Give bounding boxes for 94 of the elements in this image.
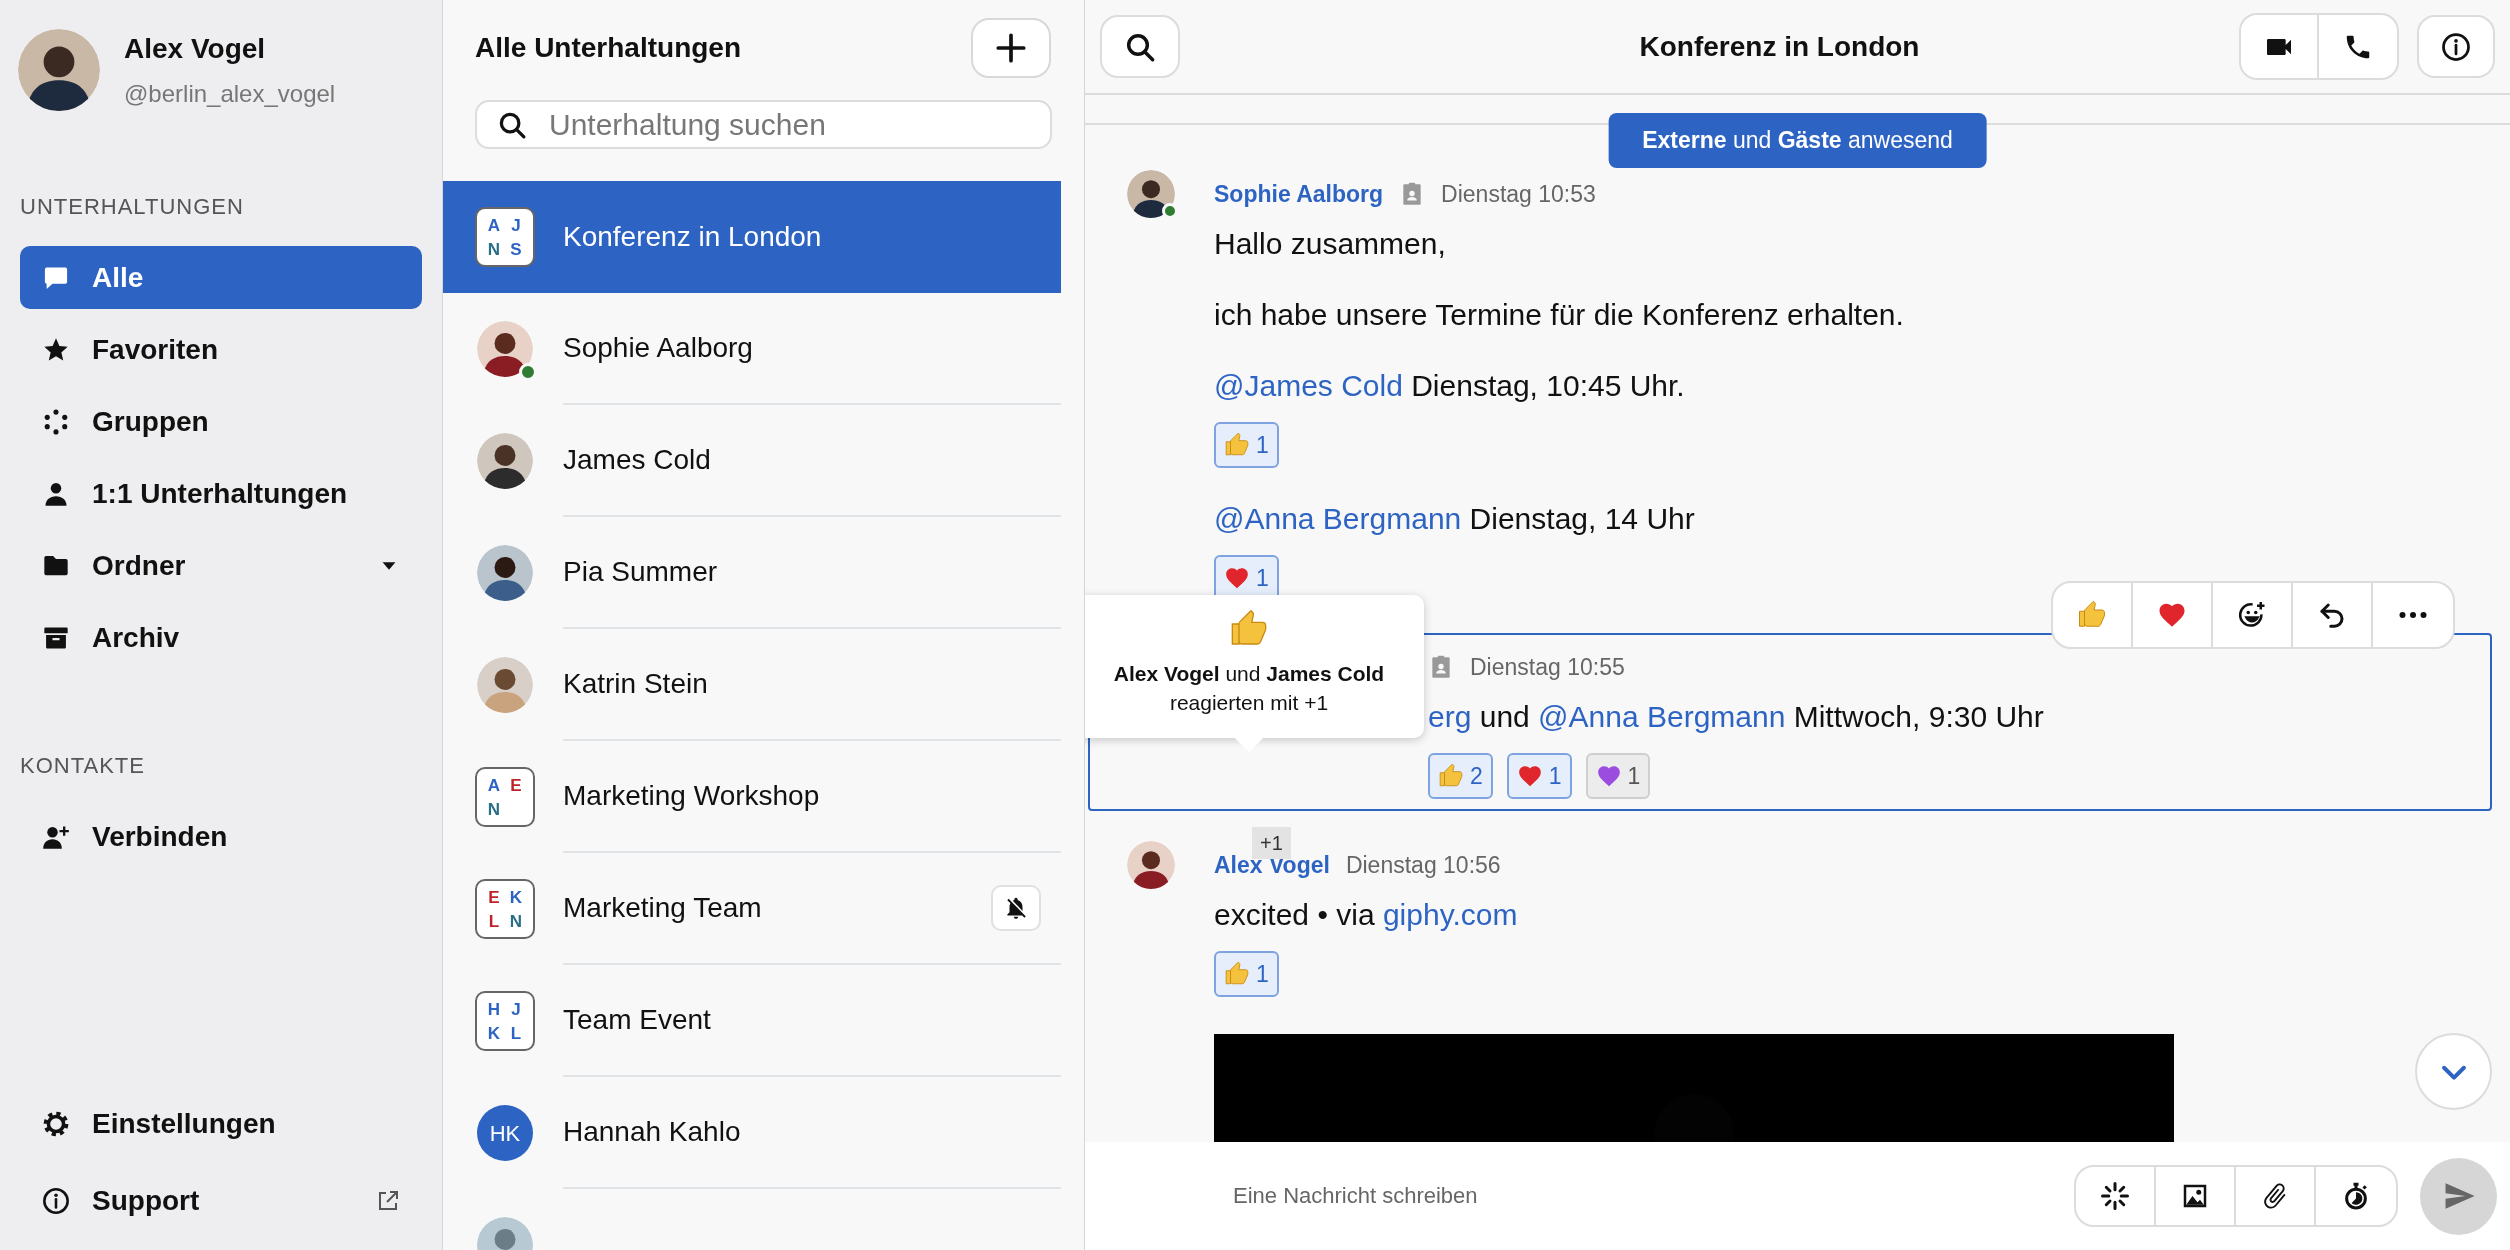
message-time: Dienstag 10:55 — [1470, 652, 1625, 682]
mention-link[interactable]: @Anna Bergmann — [1214, 502, 1462, 535]
avatar-letter: H — [487, 1000, 501, 1018]
avatar-letter: A — [487, 216, 501, 234]
list-title: Alle Unterhaltungen — [475, 31, 741, 65]
message-text: excited • via giphy.com — [1214, 897, 1519, 933]
conversation-item[interactable]: Sophie Aalborg — [443, 293, 1061, 405]
info-icon — [42, 1186, 70, 1215]
section-label: UNTERHALTUNGEN — [20, 193, 244, 221]
avatar-letter: K — [487, 1024, 501, 1042]
avatar — [477, 433, 533, 489]
nav-item[interactable]: 1:1 Unterhaltungen — [20, 462, 422, 525]
conversation-name: Sophie Aalborg — [563, 331, 753, 365]
conversation-name: Team Event — [563, 1003, 711, 1037]
message-time: Dienstag 10:53 — [1441, 179, 1596, 209]
reaction-chip[interactable]: 2 — [1428, 753, 1493, 799]
message-text: Hallo zusammen, — [1214, 226, 1447, 262]
conversation-item[interactable]: H J K L Team Event — [443, 965, 1061, 1077]
conversation-name: Marketing Team — [563, 891, 762, 925]
conversation-item[interactable]: A E N Marketing Workshop — [443, 741, 1061, 853]
conversation-item[interactable]: A J N S Konferenz in London — [443, 181, 1061, 293]
composer-bar[interactable]: Eine Nachricht schreiben — [1085, 1142, 2510, 1250]
profile-name: Alex Vogel — [124, 32, 267, 66]
profile-handle: @berlin_alex_vogel — [124, 79, 336, 109]
reaction-chip[interactable]: 1 — [1214, 951, 1279, 997]
conversation-item[interactable]: Pia Summer — [443, 517, 1061, 629]
avatar — [1127, 170, 1175, 218]
new-conversation-button[interactable] — [971, 18, 1051, 78]
message-text: @Anna Bergmann Dienstag, 14 Uhr — [1214, 501, 1696, 537]
avatar-letter: N — [487, 240, 501, 258]
avatar — [1127, 841, 1175, 889]
dots-icon — [42, 407, 70, 436]
avatar-letter: N — [509, 912, 523, 930]
nav-item[interactable]: Alle — [20, 246, 422, 309]
conversation-name: James Cold — [563, 443, 711, 477]
message-time: Dienstag 10:56 — [1345, 850, 1501, 880]
conversation-name: Konferenz in London — [563, 220, 822, 254]
count-tooltip: +1 — [1252, 827, 1291, 859]
conversation-name: Hannah Kahlo — [563, 1115, 741, 1149]
conversation-item[interactable]: Katrin Stein — [443, 629, 1061, 741]
mention-link[interactable]: @Anna Bergmann — [1538, 700, 1786, 733]
nav-item[interactable]: Einstellungen — [20, 1092, 422, 1155]
message-text: @James Cold Dienstag, 10:45 Uhr. — [1214, 368, 1686, 404]
message-text: erg und @Anna Bergmann Mittwoch, 9:30 Uhr — [1428, 699, 2045, 735]
avatar-letter: J — [511, 216, 521, 234]
search-field[interactable]: Unterhaltung suchen — [475, 100, 1052, 149]
avatar-letter: E — [510, 776, 522, 794]
conversation-name: Pia Summer — [563, 555, 718, 589]
plus-icon — [994, 31, 1028, 65]
sparkle-icon — [2100, 1181, 2130, 1211]
initials-avatar: HK — [477, 1105, 533, 1161]
avatar-letter: N — [487, 800, 501, 818]
section-label: KONTAKTE — [20, 752, 145, 780]
reaction-chip[interactable]: 1 — [1214, 422, 1279, 468]
tooltip-text: Alex Vogel und James Cold reagierten mit +1 — [1112, 661, 1386, 716]
conversation-item[interactable]: James Cold — [443, 405, 1061, 517]
avatar — [477, 321, 533, 377]
mention-link[interactable]: @James Cold — [1214, 369, 1403, 402]
nav-item[interactable]: Favoriten — [20, 318, 422, 381]
avatar-letter: L — [488, 912, 500, 930]
avatar-letter: E — [488, 888, 500, 906]
guest-banner: Externe und Gäste anwesend — [1608, 113, 1987, 168]
nav-item[interactable]: Verbinden — [20, 805, 422, 868]
more-icon — [2398, 611, 2428, 619]
chat-title: Konferenz in London — [1638, 29, 1921, 64]
info-button[interactable] — [2417, 15, 2495, 78]
nav-item[interactable]: Gruppen — [20, 390, 422, 453]
conversation-name: Katrin Stein — [563, 667, 708, 701]
avatar-letter: K — [509, 888, 523, 906]
web-link[interactable]: giphy.com — [1382, 898, 1518, 931]
reaction-chip[interactable]: 1 — [1506, 753, 1572, 799]
message-text: ich habe unsere Termine für die Konferenz erhalten. — [1214, 297, 1905, 333]
nav-item[interactable]: Support — [20, 1169, 422, 1232]
gear-icon — [42, 1109, 70, 1138]
conversation-item[interactable]: E K L N Marketing Team — [443, 853, 1061, 965]
avatar — [477, 657, 533, 713]
search-input[interactable]: Unterhaltung suchen — [549, 102, 1030, 147]
reaction-chip[interactable]: 1 — [1585, 753, 1651, 799]
mention-link[interactable]: erg — [1428, 700, 1472, 733]
conversation-name: Marketing Workshop — [563, 779, 820, 813]
emoji-add-icon — [2237, 600, 2267, 630]
avatar — [477, 545, 533, 601]
avatar-letter: L — [510, 1024, 522, 1042]
thumbs-up-icon — [2077, 600, 2107, 630]
search-button[interactable] — [1100, 15, 1180, 78]
nav-item[interactable]: Ordner — [20, 534, 422, 597]
conversation-item[interactable]: HK Hannah Kahlo — [443, 1077, 1061, 1189]
avatar-letter: S — [510, 240, 522, 258]
avatar-letter: A — [487, 776, 501, 794]
info-icon — [2441, 31, 2471, 62]
message-field[interactable]: Eine Nachricht schreiben — [1233, 1166, 2052, 1226]
nav-item[interactable]: Archiv — [20, 606, 422, 669]
author-name[interactable]: Sophie Aalborg — [1214, 176, 1384, 212]
avatar-letter: J — [511, 1000, 521, 1018]
